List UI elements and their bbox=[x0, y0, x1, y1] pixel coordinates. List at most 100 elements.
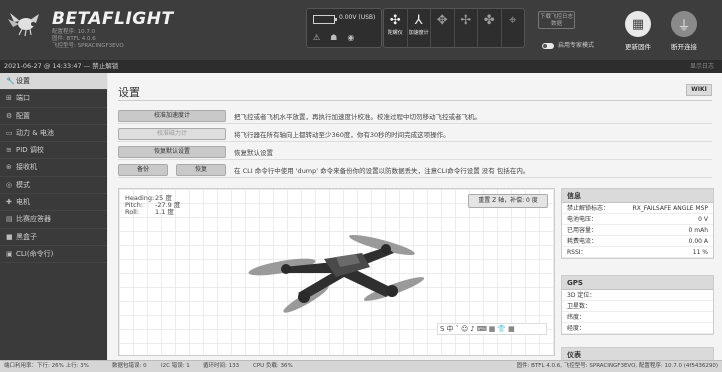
cpu-load: CPU 负载: 36% bbox=[253, 363, 293, 369]
calibrate-accel-row: 校准加速度计 把飞控或者飞机水平放置，再执行加速度计校准。校准过程中切勿移动飞控… bbox=[118, 108, 712, 124]
firmware-info: 固件: BTFL 4.0.6, 飞控型号: SPRACINGF3EVO, 配置程… bbox=[516, 363, 718, 369]
sidebar-item-modes[interactable]: ◎ 模式 bbox=[0, 177, 107, 195]
usb-icon: ⏚ bbox=[671, 11, 697, 37]
status-icons: ⚠☗◉ bbox=[313, 33, 364, 42]
reset-settings-row: 恢复默认设置 恢复默认设置 bbox=[118, 144, 712, 160]
receiver-icon: ⊛ bbox=[6, 163, 12, 172]
cycle-time: 循环时间: 133 bbox=[203, 363, 240, 369]
failsafe-icon: ◉ bbox=[347, 33, 365, 42]
battery-voltage: 0.00V (USB) bbox=[339, 14, 376, 21]
info-row: 耗费电流： 0.00 A bbox=[562, 236, 713, 247]
modes-icon: ◎ bbox=[6, 180, 13, 189]
wrench-icon: 🔧 bbox=[6, 77, 15, 85]
sidebar-item-configuration[interactable]: ⚙ 配置 bbox=[0, 108, 107, 125]
gps-row: 3D 定位： bbox=[562, 290, 713, 301]
sensor-gps: ✤ bbox=[478, 9, 502, 47]
sidebar-item-pid[interactable]: ≡ PID 调校 bbox=[0, 142, 107, 160]
gps-row: 卫星数： bbox=[562, 301, 713, 312]
reset-settings-desc: 恢复默认设置 bbox=[234, 149, 273, 157]
info-row: RSSI： 11 % bbox=[562, 247, 713, 258]
battery-icon bbox=[313, 15, 337, 24]
configurator-version: 配置程序: 10.7.0 bbox=[52, 29, 96, 35]
battery-icon: ▭ bbox=[6, 128, 13, 137]
restore-button[interactable]: 恢复 bbox=[176, 164, 226, 176]
port-utilization: 端口利用率：下行: 26% 上行: 3% bbox=[4, 363, 89, 369]
sidebar-item-cli[interactable]: ▣ CLI(命令行) bbox=[0, 246, 107, 264]
calibrate-mag-row: 校准磁力计 将飞行器在所有轴向上都转动至少360度，你有30秒的时间完成这项操作… bbox=[118, 126, 712, 142]
tune-icon: ≡ bbox=[6, 146, 12, 155]
sidebar-item-motors[interactable]: ✚ 电机 bbox=[0, 194, 107, 212]
gps-icon: ✤ bbox=[483, 13, 495, 28]
log-bar: 2021-06-27 @ 14:33:47 — 禁止解锁 显示日志 bbox=[0, 60, 722, 73]
sidebar-item-ports[interactable]: ⊞ 端口 bbox=[0, 90, 107, 108]
log-message: 2021-06-27 @ 14:33:47 — 禁止解锁 bbox=[4, 62, 119, 70]
model-viewer: Heading: 25 度 Pitch: -27.9 度 Roll: 1.1 度 重置… bbox=[118, 188, 555, 356]
reset-z-axis-button[interactable]: 重置 Z 轴，补偿: 0 度 bbox=[468, 194, 548, 208]
calibrate-mag-desc: 将飞行器在所有轴向上都转动至少360度，你有30秒的时间完成这项操作。 bbox=[234, 131, 450, 139]
reset-settings-button[interactable]: 恢复默认设置 bbox=[118, 146, 226, 158]
update-firmware-button[interactable]: ▦ 更新固件 bbox=[614, 11, 662, 51]
ime-toolbar[interactable]: S中ˇ☺♪⌨▦👕▦ bbox=[437, 323, 547, 335]
sidebar-item-blackbox[interactable]: ■ 黑盒子 bbox=[0, 229, 107, 246]
calibrate-mag-button[interactable]: 校准磁力计 bbox=[118, 128, 226, 140]
motor-icon: ✚ bbox=[6, 198, 12, 207]
backup-button[interactable]: 备份 bbox=[118, 164, 168, 176]
setup-tab-content: 设置 WIKI 校准加速度计 把飞控或者飞机水平放置，再执行加速度计校准。校准过… bbox=[108, 73, 722, 360]
backup-restore-desc: 在 CLI 命令行中使用 'dump' 命令来备份你的设置以防数据丢失，注意CL… bbox=[234, 167, 530, 175]
calibrate-accel-button[interactable]: 校准加速度计 bbox=[118, 110, 226, 122]
port-icon: ⊞ bbox=[6, 94, 12, 103]
divider bbox=[118, 100, 712, 101]
sensor-sonar: ⌖ bbox=[502, 9, 525, 47]
sensor-baro: ✢ bbox=[455, 9, 478, 47]
barometer-icon: ✢ bbox=[460, 13, 472, 28]
disconnect-button[interactable]: ⏚ 断开连接 bbox=[660, 11, 708, 51]
gear-icon: ⚙ bbox=[6, 111, 13, 120]
warning-icon: ⚠ bbox=[313, 33, 331, 42]
transponder-icon: ▤ bbox=[6, 215, 13, 224]
info-row: 电池电压： 0 V bbox=[562, 214, 713, 225]
gps-panel: GPS 3D 定位： 卫星数： 纬度： 经度： bbox=[561, 275, 714, 335]
sensor-mag: ✥ bbox=[431, 9, 455, 47]
instruments-panel: 仪表 bbox=[561, 347, 714, 360]
brand-name: BETAFLIGHT bbox=[52, 9, 174, 29]
backup-restore-row: 备份 恢复 在 CLI 命令行中使用 'dump' 命令来备份你的设置以防数据丢… bbox=[118, 162, 712, 178]
cli-icon: ▣ bbox=[6, 249, 13, 258]
info-panel: 信息 禁止解锁标志： RX_FAILSAFE ANGLE MSP 电池电压： 0 V… bbox=[561, 188, 714, 259]
info-row: 禁止解锁标志： RX_FAILSAFE ANGLE MSP bbox=[562, 203, 713, 214]
gps-row: 纬度： bbox=[562, 312, 713, 323]
info-panel-title: 信息 bbox=[562, 189, 713, 203]
info-row: 已用容量： 0 mAh bbox=[562, 225, 713, 236]
status-bar: 端口利用率：下行: 26% 上行: 3% 数据包错误: 0 I2C 错误: 1 … bbox=[0, 360, 722, 372]
magnetometer-icon: ✥ bbox=[436, 13, 448, 28]
firmware-version: 固件: BTFL 4.0.6 bbox=[52, 36, 96, 42]
sensor-gyro: ✣ 陀螺仪 bbox=[384, 9, 408, 47]
expert-mode-toggle[interactable]: 启用专家模式 bbox=[542, 40, 594, 49]
board-target: 飞控型号: SPRACINGF3EVO bbox=[52, 43, 124, 49]
gyro-icon: ✣ bbox=[389, 13, 401, 28]
download-log-button[interactable]: 下载飞控日志数据 bbox=[538, 11, 575, 29]
calibrate-accel-desc: 把飞控或者飞机水平放置，再执行加速度计校准。校准过程中切勿移动飞控或者飞机。 bbox=[234, 113, 481, 121]
roll-readout: Roll: 1.1 度 bbox=[125, 208, 174, 216]
chip-icon: ▦ bbox=[625, 11, 651, 37]
sidebar-item-transponder[interactable]: ▤ 比赛应答器 bbox=[0, 211, 107, 229]
sensor-indicators: ✣ 陀螺仪 ⅄ 加速度计 ✥ ✢ ✤ ⌖ bbox=[383, 8, 525, 48]
packet-error: 数据包错误: 0 bbox=[112, 363, 147, 369]
gps-panel-title: GPS bbox=[562, 276, 713, 290]
armed-icon: ☗ bbox=[330, 33, 348, 42]
sidebar-item-power[interactable]: ▭ 动力 & 电池 bbox=[0, 125, 107, 143]
toggle-switch-icon[interactable] bbox=[542, 42, 554, 49]
quadcopter-model bbox=[248, 234, 425, 313]
sidebar: 🔧设置 ⊞ 端口 ⚙ 配置 ▭ 动力 & 电池 ≡ PID 调校 ⊛ 接收机 ◎ 模式 ✚ 电… bbox=[0, 73, 107, 360]
betaflight-logo-icon bbox=[8, 13, 39, 37]
sidebar-item-setup[interactable]: 🔧设置 bbox=[0, 73, 107, 91]
gps-row: 经度： bbox=[562, 323, 713, 334]
show-log-link[interactable]: 显示日志 bbox=[690, 60, 714, 73]
wiki-button[interactable]: WIKI bbox=[686, 84, 712, 96]
battery-status-panel: 0.00V (USB) ⚠☗◉ bbox=[306, 8, 382, 48]
app-header: BETAFLIGHT 配置程序: 10.7.0 固件: BTFL 4.0.6 飞… bbox=[0, 0, 722, 60]
sidebar-item-receiver[interactable]: ⊛ 接收机 bbox=[0, 159, 107, 177]
sonar-icon: ⌖ bbox=[509, 13, 517, 28]
blackbox-icon: ■ bbox=[6, 232, 13, 241]
accelerometer-icon: ⅄ bbox=[414, 13, 423, 28]
sensor-accel: ⅄ 加速度计 bbox=[408, 9, 431, 47]
